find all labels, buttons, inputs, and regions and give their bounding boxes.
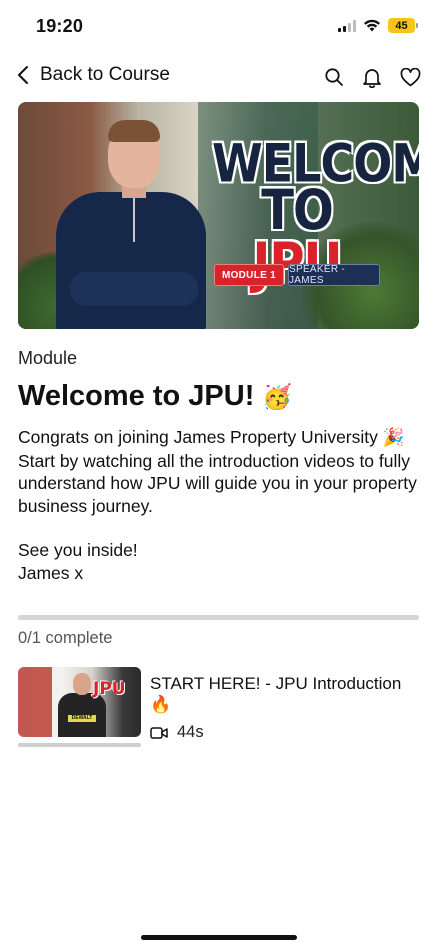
banner-speaker-photo [56,118,206,329]
nav-header: Back to Course [0,60,437,96]
party-popper-emoji: 🎉 [382,428,405,448]
speaker-tag: SPEAKER - JAMES [288,264,380,286]
party-face-emoji: 🥳 [262,383,293,411]
module-progress-bar [18,615,419,620]
home-indicator[interactable] [141,935,297,940]
header-actions [323,66,421,88]
video-camera-icon [150,726,168,739]
progress-text: 0/1 complete [18,629,113,647]
notifications-button[interactable] [361,66,383,88]
lesson-item[interactable]: DEWALT JPU START HERE! - JPU Introductio… [18,667,419,751]
search-button[interactable] [323,66,345,88]
chevron-left-icon [18,66,28,84]
heart-icon [400,67,420,86]
description-line2: Start by watching all the introduction v… [18,450,417,516]
lesson-title-text: START HERE! - JPU Introduction [150,674,402,693]
battery-indicator: 45 [388,18,418,33]
status-bar: 19:20 45 [0,0,437,54]
back-label: Back to Course [40,64,170,85]
status-icons: 45 [338,18,418,33]
fire-emoji: 🔥 [150,695,172,715]
module-title: Welcome to JPU! 🥳 [18,380,292,413]
cellular-signal-icon [338,19,356,32]
wifi-icon [364,19,380,32]
module-title-text: Welcome to JPU! [18,380,255,412]
lesson-meta: 44s [150,723,204,742]
module-description: Congrats on joining James Property Unive… [18,426,418,584]
thumbnail-jpu-text: JPU [93,679,126,699]
thumbnail-logo: DEWALT [68,715,96,722]
lesson-duration: 44s [177,723,204,741]
module-banner-image: WELCOME TO JPU MODULE 1 SPEAKER - JAMES [18,102,419,329]
lesson-progress-bar [18,743,141,747]
lesson-thumbnail: DEWALT JPU [18,667,141,737]
sign-off-line2: James x [18,562,84,583]
favorite-button[interactable] [399,66,421,88]
lesson-title: START HERE! - JPU Introduction 🔥 [150,673,418,716]
sign-off-line1: See you inside! [18,540,138,560]
description-line1: Congrats on joining James Property Unive… [18,427,378,447]
search-icon [325,68,343,86]
bell-icon [363,68,381,88]
module-tag: MODULE 1 [214,264,284,286]
status-time: 19:20 [36,16,84,36]
module-label: Module [18,348,78,368]
back-button[interactable]: Back to Course [16,64,170,86]
banner-title: WELCOME TO JPU [212,137,419,291]
